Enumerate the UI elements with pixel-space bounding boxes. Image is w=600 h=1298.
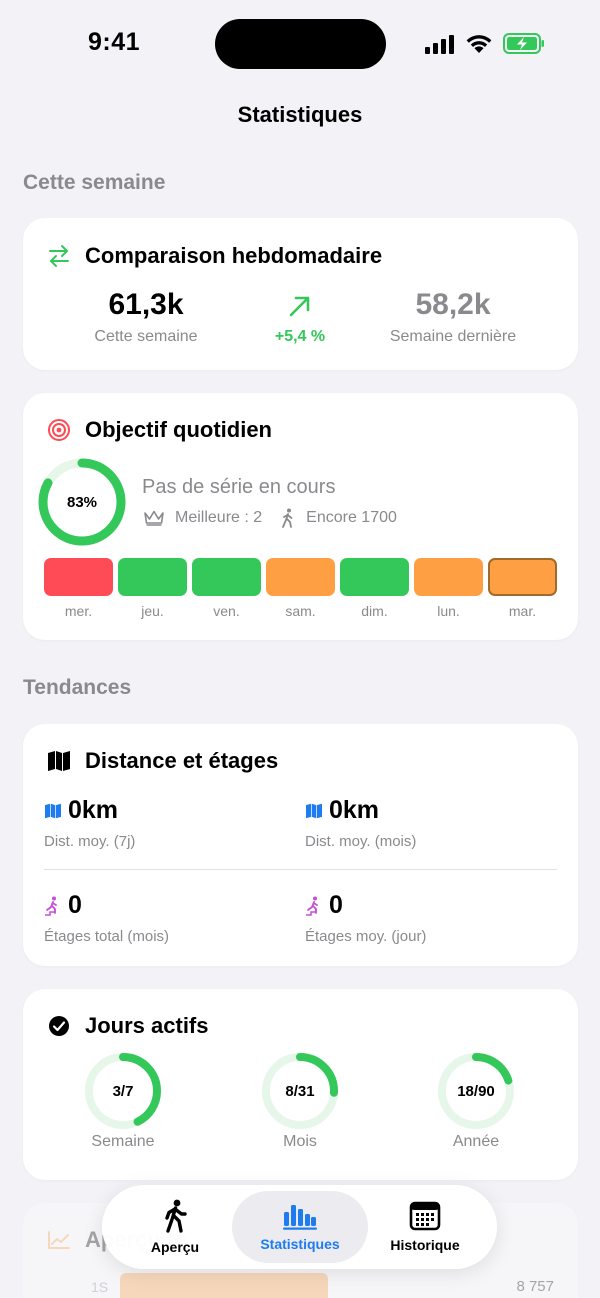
goal-day-status — [118, 558, 187, 596]
tab-bar: Aperçu Statistiques Historique — [102, 1185, 497, 1269]
active-days-value: 3/7 — [112, 1082, 134, 1100]
goal-day: mar. — [488, 558, 557, 619]
active-days-label: Semaine — [91, 1133, 155, 1150]
goal-day-label: dim. — [361, 603, 388, 619]
tab-historique[interactable]: Historique — [368, 1191, 482, 1263]
goal-day-status — [192, 558, 261, 596]
current-week-value: 61,3k — [108, 288, 184, 321]
avg-distance-month: 0km Dist. moy. (mois) — [305, 796, 416, 850]
overview-row-label: 1S — [91, 1279, 109, 1295]
goal-day: ven. — [192, 558, 261, 619]
arrow-up-right-icon — [289, 296, 310, 317]
floors-avg-day: 0 Étages moy. (jour) — [305, 891, 426, 945]
tab-label: Aperçu — [150, 1239, 200, 1255]
active-days-value: 8/31 — [285, 1082, 315, 1100]
streak-status: Pas de série en cours — [142, 476, 336, 498]
avg-distance-7d-label: Dist. moy. (7j) — [44, 833, 136, 850]
goal-day: jeu. — [118, 558, 187, 619]
walking-person-icon — [165, 1199, 187, 1233]
map-icon — [45, 803, 61, 818]
active-days-ring: 8/31 Mois — [255, 1051, 345, 1151]
card-title: Comparaison hebdomadaire — [85, 243, 383, 268]
goal-day-status — [44, 558, 113, 596]
avg-distance-month-value: 0km — [329, 796, 380, 824]
goal-day-label: mer. — [64, 603, 93, 619]
goal-day-status — [414, 558, 483, 596]
map-icon — [47, 749, 71, 773]
overview-bar — [120, 1273, 328, 1298]
avg-distance-7d-value: 0km — [68, 796, 119, 824]
floors-total-month: 0 Étages total (mois) — [44, 891, 169, 945]
tab-label: Statistiques — [260, 1236, 340, 1252]
active-days-ring: 18/90 Année — [431, 1051, 521, 1151]
calendar-icon — [409, 1201, 441, 1231]
crown-icon — [144, 510, 164, 526]
daily-goal-card: Objectif quotidien 83% Pas de série en c… — [23, 393, 578, 640]
card-title: Jours actifs — [85, 1013, 209, 1038]
walking-icon — [282, 508, 293, 528]
active-days-value: 18/90 — [457, 1082, 495, 1100]
target-icon — [47, 418, 71, 442]
steps-remaining: Encore 1700 — [306, 509, 397, 526]
goal-day-label: mar. — [508, 603, 537, 619]
previous-week-stat: 58,2k Semaine dernière — [363, 288, 543, 346]
arrows-swap-icon — [47, 244, 71, 268]
status-time: 9:41 — [88, 28, 141, 56]
bar-chart-icon — [283, 1205, 317, 1230]
trend-chart-icon — [47, 1228, 71, 1252]
page-title: Statistiques — [237, 102, 363, 127]
floors-avg-value: 0 — [329, 891, 343, 919]
current-week-label: Cette semaine — [94, 328, 198, 345]
stairs-climbing-icon — [306, 896, 318, 916]
goal-day: dim. — [340, 558, 409, 619]
tab-apercu[interactable]: Aperçu — [118, 1191, 232, 1263]
distance-floors-card: Distance et étages 0km Dist. moy. (7j) 0… — [23, 724, 578, 966]
goal-day-status — [340, 558, 409, 596]
status-bar: 9:41 — [0, 0, 600, 90]
checkmark-circle-icon — [47, 1014, 71, 1038]
goal-day-label: jeu. — [141, 603, 164, 619]
goal-day: mer. — [44, 558, 113, 619]
goal-day-label: ven. — [213, 603, 240, 619]
active-days-label: Mois — [283, 1133, 317, 1150]
previous-week-label: Semaine dernière — [389, 328, 517, 345]
weekly-comparison-card: Comparaison hebdomadaire 61,3k Cette sem… — [23, 218, 578, 370]
section-title-this-week: Cette semaine — [23, 171, 166, 194]
battery-charging-icon — [503, 33, 544, 54]
goal-day-label: sam. — [285, 603, 316, 619]
active-days-card: Jours actifs 3/7 Semaine 8/31 Mois 18/90 Anné… — [23, 989, 578, 1180]
floors-total-label: Étages total (mois) — [44, 928, 170, 945]
wifi-icon — [466, 35, 492, 53]
dynamic-island — [215, 19, 386, 69]
goal-percent: 83% — [66, 493, 98, 511]
goal-day: sam. — [266, 558, 335, 619]
goal-progress-ring: 83% — [37, 457, 127, 547]
overview-row-value: 8 757 — [516, 1278, 554, 1295]
divider — [44, 869, 557, 870]
cellular-signal-icon — [425, 34, 454, 54]
stairs-climbing-icon — [45, 896, 57, 916]
goal-day-status — [488, 558, 557, 596]
active-days-label: Année — [452, 1133, 500, 1150]
section-title-trends: Tendances — [23, 676, 132, 699]
card-title: Distance et étages — [85, 748, 279, 773]
goal-day-status — [266, 558, 335, 596]
active-days-ring: 3/7 Semaine — [78, 1051, 168, 1151]
floors-avg-label: Étages moy. (jour) — [305, 928, 427, 945]
tab-statistiques[interactable]: Statistiques — [232, 1191, 368, 1263]
goal-day-label: lun. — [437, 603, 460, 619]
map-icon — [306, 803, 322, 818]
floors-total-value: 0 — [68, 891, 82, 919]
goal-day: lun. — [414, 558, 483, 619]
avg-distance-month-label: Dist. moy. (mois) — [305, 833, 417, 850]
best-streak: Meilleure : 2 — [175, 509, 263, 526]
previous-week-value: 58,2k — [415, 288, 491, 321]
weekly-goal-days: mer. jeu. ven. sam. dim. lun. mar. — [44, 558, 557, 619]
tab-label: Historique — [390, 1237, 460, 1253]
current-week-stat: 61,3k Cette semaine — [56, 288, 236, 346]
card-title: Objectif quotidien — [85, 417, 272, 442]
avg-distance-7d: 0km Dist. moy. (7j) — [44, 796, 135, 850]
